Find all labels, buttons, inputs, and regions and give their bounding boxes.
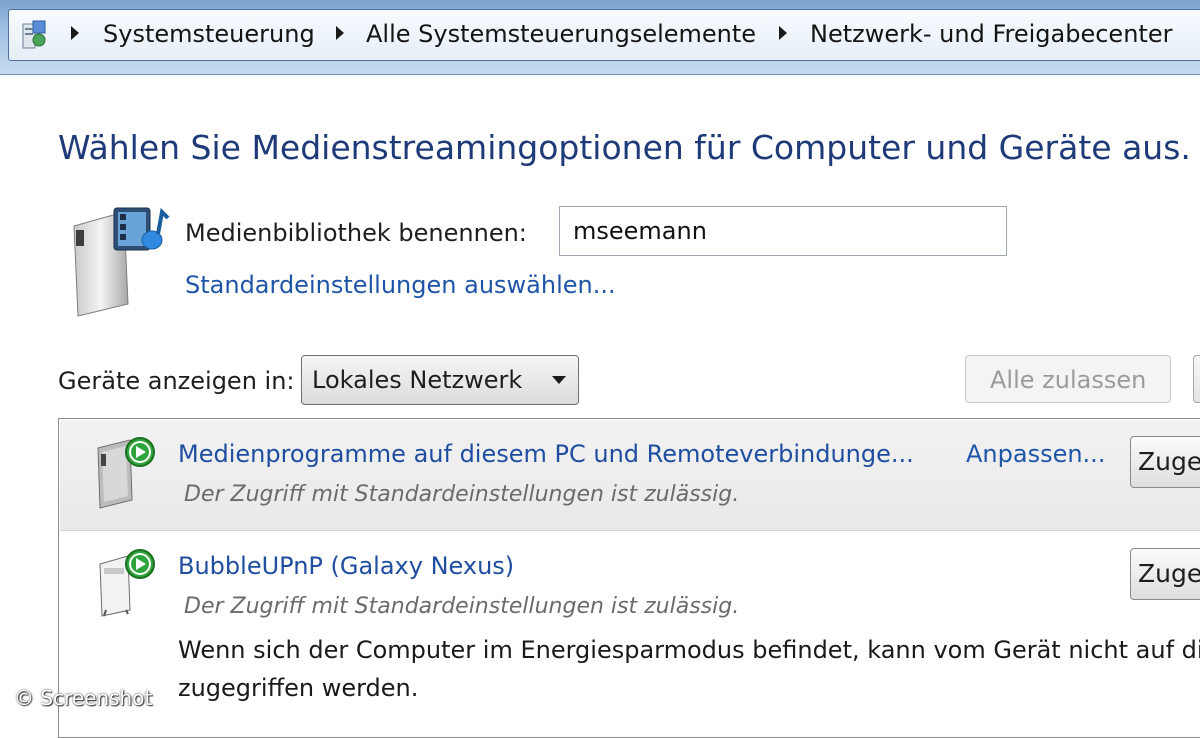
- media-library-icon: [73, 207, 170, 317]
- sleep-mode-note: Wenn sich der Computer im Energiesparmod…: [178, 636, 1200, 664]
- pc-device-icon: [97, 437, 155, 509]
- device-status: Der Zugriff mit Standardeinstellungen is…: [184, 594, 740, 619]
- allow-all-button[interactable]: Alle zulassen: [965, 355, 1171, 403]
- device-name[interactable]: Medienprogramme auf diesem PC und Remote…: [178, 440, 914, 468]
- list-item[interactable]: [60, 420, 1200, 531]
- breadcrumb[interactable]: Systemsteuerung Alle Systemsteuerungsele…: [8, 9, 1200, 61]
- breadcrumb-separator-icon[interactable]: [779, 26, 787, 40]
- breadcrumb-item-alle-elemente[interactable]: Alle Systemsteuerungselemente: [366, 20, 756, 48]
- media-library-name-label: Medienbibliothek benennen:: [185, 219, 527, 247]
- control-panel-icon[interactable]: [19, 18, 53, 52]
- breadcrumb-separator-icon[interactable]: [336, 26, 344, 40]
- media-library-name-input[interactable]: mseemann: [559, 206, 1007, 256]
- chevron-down-icon: [552, 376, 566, 384]
- breadcrumb-item-systemsteuerung[interactable]: Systemsteuerung: [103, 20, 315, 48]
- breadcrumb-item-netzwerk[interactable]: Netzwerk- und Freigabecenter: [810, 20, 1172, 48]
- access-dropdown-button[interactable]: Zugelassen: [1130, 548, 1200, 600]
- device-name[interactable]: BubbleUPnP (Galaxy Nexus): [178, 552, 514, 580]
- access-dropdown-button[interactable]: Zugelassen: [1130, 436, 1200, 488]
- block-all-button[interactable]: [1193, 355, 1200, 403]
- page-title: Wählen Sie Medienstreamingoptionen für C…: [58, 128, 1191, 167]
- breadcrumb-separator-icon[interactable]: [71, 26, 79, 40]
- screenshot-watermark: © Screenshot: [14, 686, 153, 710]
- network-scope-select[interactable]: Lokales Netzwerk: [301, 355, 579, 405]
- customize-link[interactable]: Anpassen...: [966, 440, 1105, 468]
- sleep-mode-note-continued: zugegriffen werden.: [178, 674, 419, 702]
- network-scope-value: Lokales Netzwerk: [312, 366, 523, 394]
- choose-default-settings-link[interactable]: Standardeinstellungen auswählen...: [185, 271, 616, 299]
- address-bar: Systemsteuerung Alle Systemsteuerungsele…: [0, 0, 1200, 75]
- media-player-device-icon: [99, 549, 155, 617]
- device-status: Der Zugriff mit Standardeinstellungen is…: [184, 482, 740, 507]
- show-devices-label: Geräte anzeigen in:: [58, 367, 295, 395]
